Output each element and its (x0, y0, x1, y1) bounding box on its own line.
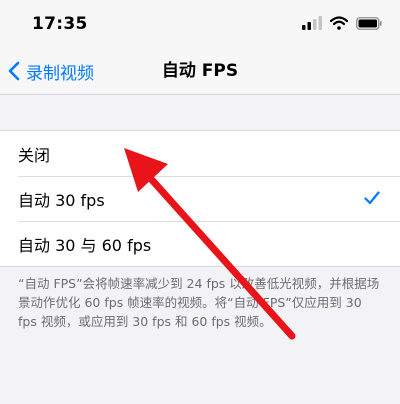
status-icons (302, 15, 382, 31)
option-label: 自动 30 fps (18, 190, 105, 210)
status-bar: 17:35 (0, 0, 400, 48)
nav-bar: 自动 FPS 录制视频 (0, 48, 400, 95)
chevron-left-icon (8, 61, 20, 81)
status-time: 17:35 (32, 14, 88, 34)
back-button[interactable]: 录制视频 (8, 48, 94, 94)
option-auto-30-60fps[interactable]: 自动 30 与 60 fps (0, 221, 400, 266)
option-label: 自动 30 与 60 fps (18, 235, 152, 255)
wifi-icon (330, 16, 348, 30)
back-label: 录制视频 (26, 63, 94, 84)
option-off[interactable]: 关闭 (0, 131, 400, 176)
footnote: “自动 FPS”会将帧速率减少到 24 fps 以改善低光视频，并根据场景动作优… (18, 276, 380, 329)
fps-options-list: 关闭 自动 30 fps 自动 30 与 60 fps (0, 130, 400, 267)
signal-icon (302, 16, 322, 30)
checkmark-icon (364, 191, 380, 205)
battery-icon (356, 16, 382, 30)
option-label: 关闭 (18, 145, 51, 165)
option-auto-30fps[interactable]: 自动 30 fps (0, 176, 400, 221)
